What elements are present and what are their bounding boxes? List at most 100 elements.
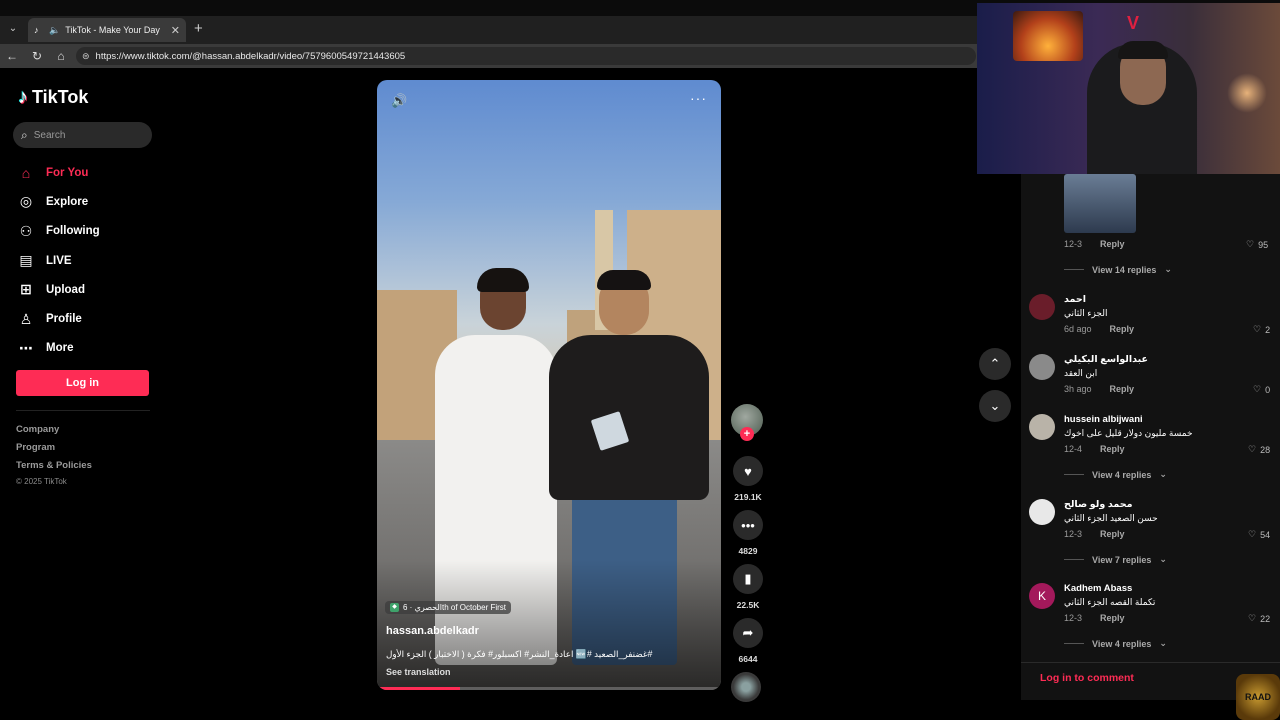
comment-date: 6d ago xyxy=(1064,324,1092,334)
home-browser-icon[interactable]: ⌂ xyxy=(53,48,69,64)
location-pin-icon: ◆ xyxy=(390,603,399,612)
comment-like-count: 54 xyxy=(1260,529,1271,540)
address-bar[interactable]: ⊜ https://www.tiktok.com/@hassan.abdelka… xyxy=(76,47,976,65)
chevron-down-icon: ⌄ xyxy=(1159,638,1167,648)
action-bar: + ♥ 219.1K ••• 4829 ▮ 22.5K ➦ 6644 xyxy=(731,404,765,702)
comment-like[interactable]: ♡ 0 xyxy=(1253,384,1270,395)
tab-search-icon[interactable]: ⌄ xyxy=(4,20,22,38)
comment-like-count: 2 xyxy=(1265,324,1271,335)
view-replies-label: View 4 replies xyxy=(1092,469,1152,480)
comment-text: ابن العقد xyxy=(1064,368,1098,378)
comment-username[interactable]: محمد ولو صالح xyxy=(1064,499,1132,510)
heart-outline-icon: ♡ xyxy=(1248,529,1257,539)
nav-label: Explore xyxy=(46,195,89,208)
video-more-icon[interactable]: ··· xyxy=(690,90,707,106)
tiktok-logo[interactable]: ♪ TikTok xyxy=(18,86,88,109)
creator-avatar[interactable]: + xyxy=(731,404,763,441)
site-info-icon[interactable]: ⊜ xyxy=(82,51,90,62)
comment-like[interactable]: ♡ 22 xyxy=(1248,613,1270,624)
share-count: 6644 xyxy=(738,654,758,664)
tab-title: TikTok - Make Your Day xyxy=(65,25,160,35)
tiktok-note-icon: ♪ xyxy=(18,86,28,108)
avatar[interactable] xyxy=(1029,414,1055,440)
comment-action[interactable]: ••• 4829 xyxy=(731,510,765,556)
follow-plus-icon[interactable]: + xyxy=(740,427,754,441)
search-input[interactable] xyxy=(33,129,134,141)
comment-like[interactable]: ♡ 95 xyxy=(1246,239,1268,250)
reply-button[interactable]: Reply xyxy=(1100,239,1125,249)
music-disc-icon[interactable] xyxy=(731,672,761,702)
following-icon: ⚇ xyxy=(19,222,33,239)
avatar[interactable] xyxy=(1029,354,1055,380)
search-box[interactable]: ⌕ xyxy=(13,122,152,148)
comment-date: 12-3 xyxy=(1064,613,1083,623)
reply-button[interactable]: Reply xyxy=(1110,324,1135,334)
nav-live[interactable]: ▤ LIVE xyxy=(18,246,158,275)
chevron-down-icon: ⌄ xyxy=(1159,469,1167,479)
comment-like-count: 22 xyxy=(1260,613,1271,624)
footer-link-company[interactable]: Company xyxy=(16,423,92,441)
volume-icon[interactable]: 🔊 xyxy=(391,93,407,109)
previous-video-chevron-up-icon[interactable]: ⌃ xyxy=(979,348,1011,380)
location-tag[interactable]: ◆ الحصري · 6th of October First xyxy=(385,601,512,614)
comment-username[interactable]: Kadhem Abass xyxy=(1064,583,1132,594)
video-caption: #غضنفر_الصعيد #🆕 اعادة_النشر# اكسبلور# ف… xyxy=(386,649,653,659)
reload-icon[interactable]: ↻ xyxy=(29,48,45,64)
view-replies-label: View 7 replies xyxy=(1092,554,1152,565)
nav-profile[interactable]: ♙ Profile xyxy=(18,304,158,333)
nav-for-you[interactable]: ⌂ For You xyxy=(18,158,158,187)
back-icon[interactable]: ← xyxy=(4,48,20,64)
view-replies[interactable]: View 14 replies ⌄ xyxy=(1064,264,1172,275)
nav-more[interactable]: ⋯ More xyxy=(18,334,158,363)
reply-button[interactable]: Reply xyxy=(1100,613,1125,623)
comment-like[interactable]: ♡ 54 xyxy=(1248,529,1270,540)
video-progress[interactable] xyxy=(377,687,721,690)
reply-button[interactable]: Reply xyxy=(1100,444,1125,454)
nav-following[interactable]: ⚇ Following xyxy=(18,217,158,246)
comment-username[interactable]: احمد xyxy=(1064,294,1086,305)
speaker-icon[interactable]: 🔈 xyxy=(49,25,60,36)
compass-icon: ◎ xyxy=(19,193,33,210)
video-player[interactable]: 🔊 ··· ◆ الحصري · 6th of October First ha… xyxy=(377,80,721,690)
heart-outline-icon: ♡ xyxy=(1246,239,1255,249)
comment-image[interactable] xyxy=(1064,174,1136,233)
heart-outline-icon: ♡ xyxy=(1248,613,1257,623)
sidebar-divider xyxy=(16,410,150,411)
comment-text: خمسة مليون دولار قليل على اخوك xyxy=(1064,428,1193,438)
reply-button[interactable]: Reply xyxy=(1110,384,1135,394)
see-translation[interactable]: See translation xyxy=(386,667,451,677)
heart-icon[interactable]: ♥ xyxy=(733,456,763,486)
nav-explore[interactable]: ◎ Explore xyxy=(18,187,158,216)
avatar[interactable]: K xyxy=(1029,583,1055,609)
footer-link-program[interactable]: Program xyxy=(16,441,92,459)
comment-icon[interactable]: ••• xyxy=(733,510,763,540)
divider-line xyxy=(1064,269,1084,270)
next-video-chevron-down-icon[interactable]: ⌄ xyxy=(979,390,1011,422)
footer-links: Company Program Terms & Policies © 2025 … xyxy=(16,423,92,486)
close-tab-icon[interactable]: ✕ xyxy=(171,24,180,37)
chevron-down-icon: ⌄ xyxy=(1164,264,1172,274)
avatar[interactable] xyxy=(1029,499,1055,525)
login-button[interactable]: Log in xyxy=(16,370,149,396)
nav-label: LIVE xyxy=(46,254,72,267)
comment-meta: 12-3 Reply xyxy=(1064,239,1125,249)
video-author[interactable]: hassan.abdelkadr xyxy=(386,625,479,637)
view-replies[interactable]: View 7 replies ⌄ xyxy=(1064,554,1167,565)
like-action[interactable]: ♥ 219.1K xyxy=(731,456,765,502)
comment-like[interactable]: ♡ 28 xyxy=(1248,444,1270,455)
bookmark-icon[interactable]: ▮ xyxy=(733,564,763,594)
reply-button[interactable]: Reply xyxy=(1100,529,1125,539)
view-replies[interactable]: View 4 replies ⌄ xyxy=(1064,638,1167,649)
avatar[interactable] xyxy=(1029,294,1055,320)
comment-username[interactable]: عبدالواسع البكيلي xyxy=(1064,354,1148,365)
footer-link-terms[interactable]: Terms & Policies xyxy=(16,459,92,477)
nav-upload[interactable]: ⊞ Upload xyxy=(18,275,158,304)
share-icon[interactable]: ➦ xyxy=(733,618,763,648)
comment-username[interactable]: hussein albijwani xyxy=(1064,414,1143,425)
new-tab-icon[interactable]: + xyxy=(194,21,203,37)
comment-like[interactable]: ♡ 2 xyxy=(1253,324,1270,335)
save-action[interactable]: ▮ 22.5K xyxy=(731,564,765,610)
share-action[interactable]: ➦ 6644 xyxy=(731,618,765,664)
browser-tab[interactable]: ♪ 🔈 TikTok - Make Your Day ✕ xyxy=(28,18,186,42)
view-replies[interactable]: View 4 replies ⌄ xyxy=(1064,469,1167,480)
